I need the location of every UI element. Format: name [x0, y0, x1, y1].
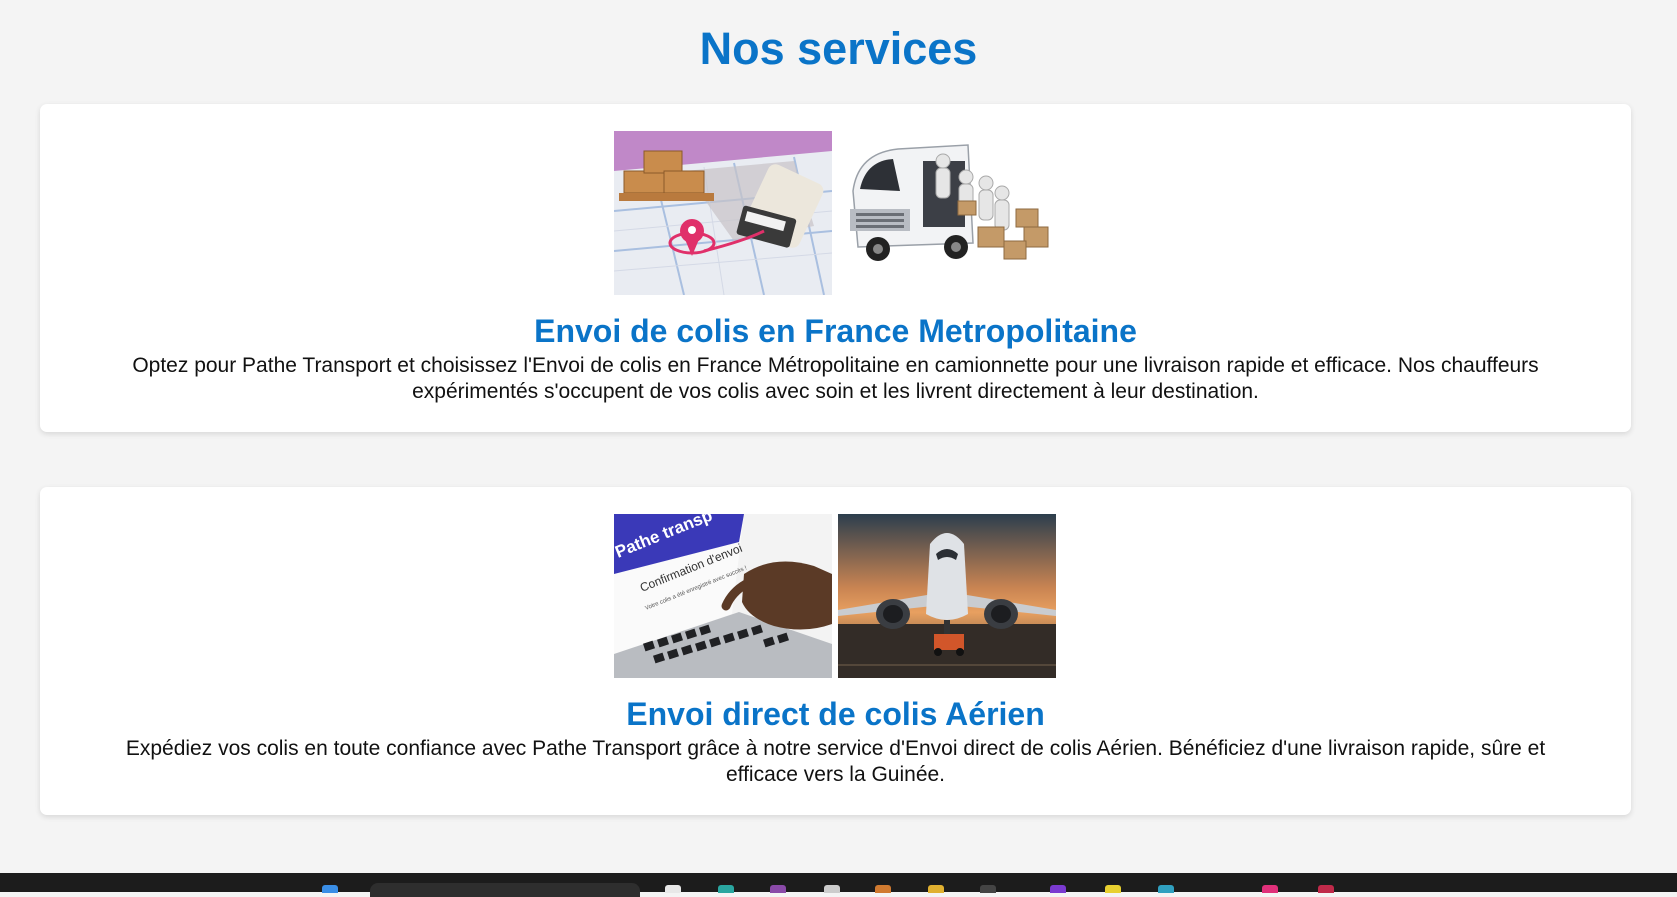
service-images: Pathe transp Confirmation d'envoi Votre …: [614, 514, 1056, 678]
service-description: Expédiez vos colis en toute confiance av…: [125, 737, 1546, 786]
service-description: Optez pour Pathe Transport et choisissez…: [132, 354, 1539, 403]
airplane-image: [838, 514, 1056, 678]
laptop-confirmation-image: Pathe transp Confirmation d'envoi Votre …: [614, 514, 832, 678]
service-card-france: Envoi de colis en France Metropolitaine …: [40, 104, 1631, 432]
van-delivery-image: [838, 131, 1056, 295]
taskbar-search[interactable]: [370, 883, 640, 897]
service-images: [614, 131, 1056, 295]
os-taskbar: [0, 873, 1677, 897]
service-title: Envoi de colis en France Metropolitaine: [534, 313, 1137, 349]
page-title: Nos services: [699, 23, 978, 74]
service-title: Envoi direct de colis Aérien: [626, 696, 1045, 732]
parcel-map-delivery-image: [614, 131, 832, 295]
service-card-air: Pathe transp Confirmation d'envoi Votre …: [40, 487, 1631, 815]
